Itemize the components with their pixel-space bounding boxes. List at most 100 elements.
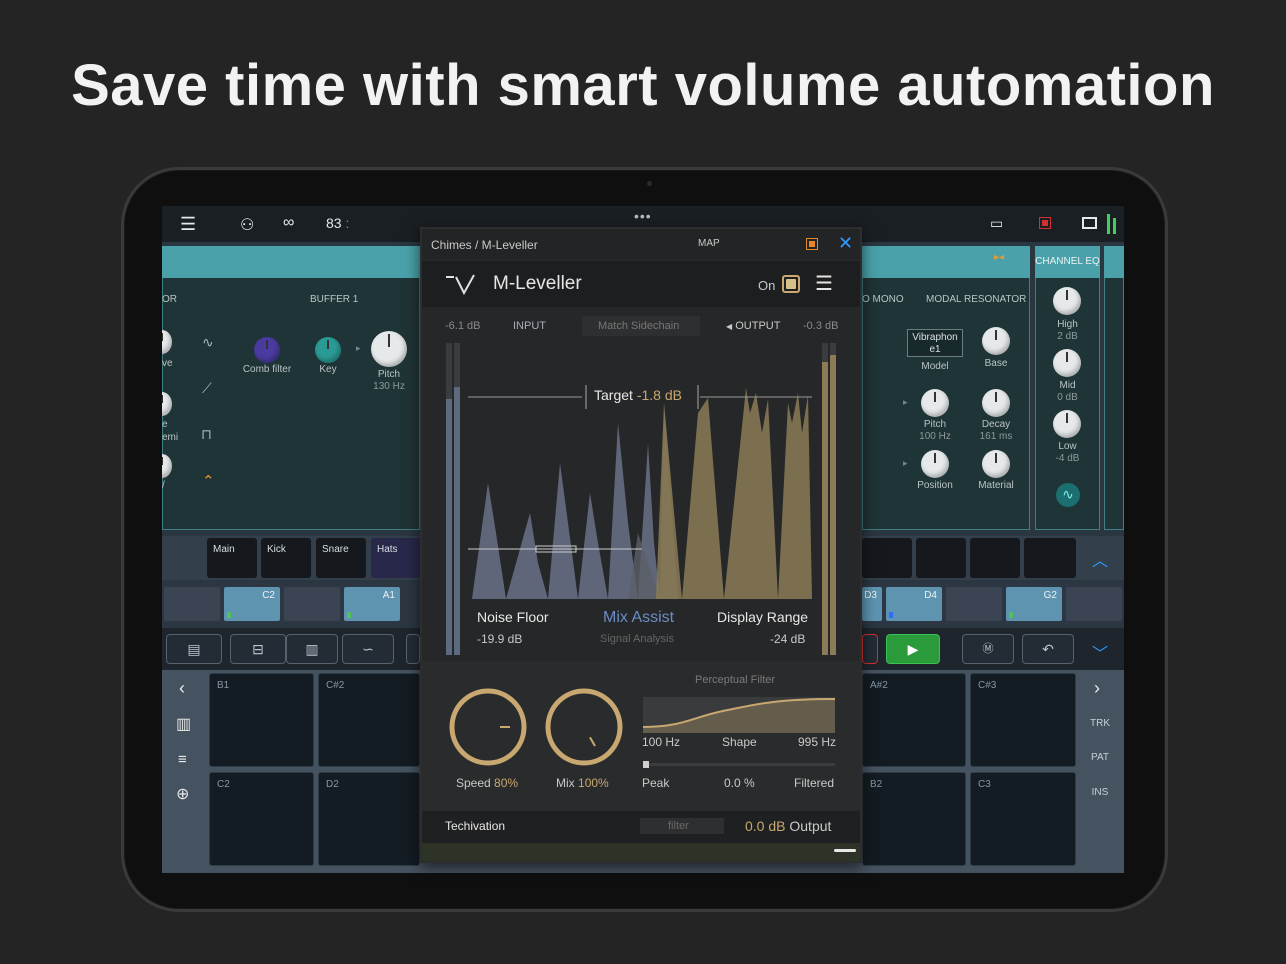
key-knob[interactable] xyxy=(315,337,341,363)
noise-floor-value: -19.9 dB xyxy=(477,632,523,646)
right-section-b: MODAL RESONATOR xyxy=(926,294,1027,305)
clip-9[interactable] xyxy=(1066,587,1122,621)
mix-knob[interactable] xyxy=(542,685,626,769)
speed-knob[interactable] xyxy=(446,685,530,769)
clip-8[interactable]: G2 xyxy=(1006,587,1062,621)
pitch-knob[interactable] xyxy=(371,331,407,367)
mixer-view-button[interactable]: ▥ xyxy=(286,634,338,664)
clip-4-marker xyxy=(347,612,351,618)
arrange-view-button[interactable]: ⊟ xyxy=(230,634,286,664)
model-select[interactable]: Vibraphon e1 xyxy=(907,329,963,357)
list-icon[interactable]: ≡ xyxy=(178,751,187,768)
automation-view-button[interactable]: ∽ xyxy=(342,634,394,664)
filter-tag[interactable]: filter xyxy=(640,818,724,834)
clip-5[interactable]: D3 xyxy=(862,587,882,621)
close-icon[interactable]: ✕ xyxy=(838,233,853,254)
comb-filter-knob[interactable] xyxy=(254,337,280,363)
plugin-breadcrumb: Chimes / M-Leveller xyxy=(431,238,538,252)
chevron-right-icon[interactable]: › xyxy=(1094,678,1100,699)
edge-module-panel xyxy=(1104,278,1124,530)
right-module-header xyxy=(862,246,1030,278)
display-range-label[interactable]: Display Range xyxy=(717,609,808,625)
partial-toolbar-button[interactable] xyxy=(406,634,420,664)
eq-mid-knob[interactable] xyxy=(1053,349,1081,377)
menu-icon[interactable]: ☰ xyxy=(180,214,196,235)
saw-wave-icon[interactable]: ⟋ xyxy=(202,380,212,397)
output-meter-l xyxy=(822,343,828,655)
clip-2[interactable]: C2 xyxy=(224,587,280,621)
eq-wave-icon[interactable]: ∿ xyxy=(1056,483,1080,507)
more-dots-icon[interactable]: ••• xyxy=(634,208,652,224)
tempo-display[interactable]: 83 : xyxy=(326,215,349,231)
window-icon[interactable] xyxy=(1082,217,1097,229)
track-slot-5[interactable] xyxy=(862,538,912,578)
track-main[interactable]: Main xyxy=(207,538,257,578)
play-button[interactable]: ▶ xyxy=(886,634,940,664)
orange-square-icon[interactable] xyxy=(806,238,818,250)
track-snare[interactable]: Snare xyxy=(316,538,366,578)
pad-c#3[interactable]: C#3 xyxy=(970,673,1076,767)
list-view-button[interactable]: ▤ xyxy=(166,634,222,664)
chevron-up-icon[interactable]: ︿ xyxy=(1092,547,1108,571)
track-slot-7[interactable] xyxy=(970,538,1020,578)
speed-label: Speed xyxy=(456,776,491,790)
nav-trk[interactable]: TRK xyxy=(1086,718,1114,729)
modal-pitch-knob[interactable] xyxy=(921,389,949,417)
pad-a#2[interactable]: A#2 xyxy=(862,673,966,767)
record-icon[interactable] xyxy=(1039,217,1051,229)
partial-record-button[interactable] xyxy=(862,634,878,664)
mix-assist-button[interactable]: Mix Assist xyxy=(603,609,674,627)
target-readout[interactable]: Target -1.8 dB xyxy=(594,387,682,403)
loop-icon[interactable]: ∞ xyxy=(283,214,294,232)
add-circle-icon[interactable]: ⊕ xyxy=(176,784,189,804)
undo-button[interactable]: ↶ xyxy=(1022,634,1074,664)
track-snare-label: Snare xyxy=(322,544,349,555)
nav-pat[interactable]: PAT xyxy=(1086,752,1114,763)
track-hats[interactable]: Hats xyxy=(371,538,421,578)
metronome-icon[interactable]: ⚇ xyxy=(240,215,254,235)
perceptual-filter-curve[interactable] xyxy=(643,697,835,733)
noise-floor-label[interactable]: Noise Floor xyxy=(477,609,549,625)
clip-1[interactable] xyxy=(164,587,220,621)
clip-7[interactable] xyxy=(946,587,1002,621)
output-gain-readout[interactable]: 0.0 dB Output xyxy=(745,818,831,834)
pad-c#2[interactable]: C#2 xyxy=(318,673,420,767)
peak-filtered-slider[interactable] xyxy=(643,761,835,768)
track-slot-6[interactable] xyxy=(916,538,966,578)
material-knob[interactable] xyxy=(982,450,1010,478)
keyboard-icon[interactable]: ▥ xyxy=(176,714,191,734)
track-kick-label: Kick xyxy=(267,544,286,555)
pad-d2[interactable]: D2 xyxy=(318,772,420,866)
clip-6-marker xyxy=(889,612,893,618)
clip-6[interactable]: D4 xyxy=(886,587,942,621)
eq-high-knob[interactable] xyxy=(1053,287,1081,315)
sine-wave-icon[interactable]: ∿ xyxy=(202,334,214,351)
pad-b1[interactable]: B1 xyxy=(209,673,314,767)
mix-readout: Mix 100% xyxy=(556,776,609,790)
chevron-left-icon[interactable]: ‹ xyxy=(179,678,185,699)
chevron-down-icon[interactable]: ﹀ xyxy=(1092,640,1108,664)
position-knob[interactable] xyxy=(921,450,949,478)
pad-c3[interactable]: C3 xyxy=(970,772,1076,866)
pad-c2[interactable]: C2 xyxy=(209,772,314,866)
view-toggle-icon[interactable]: ▭ xyxy=(990,215,1003,232)
plugin-bottom-strip xyxy=(422,843,860,861)
match-sidechain-button[interactable]: Match Sidechain xyxy=(582,316,700,336)
square-wave-icon[interactable]: ⊓ xyxy=(201,426,212,443)
hamburger-icon[interactable]: ☰ xyxy=(815,271,833,296)
clip-4[interactable]: A1 xyxy=(344,587,400,621)
base-knob[interactable] xyxy=(982,327,1010,355)
on-toggle[interactable] xyxy=(782,275,800,293)
clip-3[interactable] xyxy=(284,587,340,621)
decay-knob[interactable] xyxy=(982,389,1010,417)
track-kick[interactable]: Kick xyxy=(261,538,311,578)
shape-label: Shape xyxy=(722,735,757,749)
nav-ins[interactable]: INS xyxy=(1086,787,1114,798)
eq-low-knob[interactable] xyxy=(1053,410,1081,438)
metronome-m-button[interactable]: Ⓜ xyxy=(962,634,1014,664)
map-button[interactable]: MAP xyxy=(698,238,720,249)
track-slot-8[interactable] xyxy=(1024,538,1076,578)
pad-b2[interactable]: B2 xyxy=(862,772,966,866)
collapse-icon[interactable]: ▸◂ xyxy=(994,252,1004,263)
triangle-wave-icon[interactable]: ⌃ xyxy=(202,472,215,490)
